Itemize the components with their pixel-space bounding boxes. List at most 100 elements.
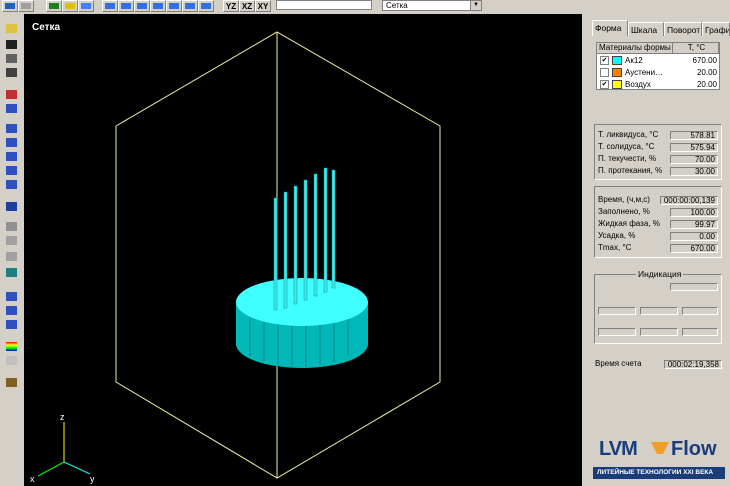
axis-y-label: y bbox=[90, 474, 95, 484]
prop-value: 578.81 bbox=[670, 131, 718, 140]
view-yz-button[interactable]: YZ bbox=[223, 0, 239, 12]
grid-toggle-icon[interactable] bbox=[18, 0, 34, 12]
calc-time-label: Время счета bbox=[595, 359, 642, 368]
save-image-icon[interactable] bbox=[4, 52, 20, 66]
material-checkbox[interactable] bbox=[600, 67, 609, 77]
slice-slider[interactable] bbox=[276, 0, 372, 10]
material-name: Аустени… bbox=[625, 67, 664, 77]
region-icon[interactable] bbox=[4, 220, 20, 234]
print-icon[interactable] bbox=[4, 66, 20, 80]
prop-label: П. текучести, % bbox=[598, 154, 657, 163]
left-toolbar bbox=[0, 14, 24, 486]
chevron-down-icon[interactable]: ▼ bbox=[470, 1, 481, 10]
lvmflow-logo: LVM Flow ЛИТЕЙНЫЕ ТЕХНОЛОГИИ XXI ВЕКА bbox=[593, 424, 725, 480]
eraser-icon[interactable] bbox=[4, 250, 20, 264]
section-icon[interactable] bbox=[78, 0, 94, 12]
axis-x-label: x bbox=[30, 474, 35, 484]
material-name: Воздух bbox=[625, 79, 651, 89]
indication-box bbox=[682, 328, 718, 336]
layout-icon[interactable] bbox=[4, 318, 20, 332]
grid-icon[interactable] bbox=[2, 0, 18, 12]
material-temp: 20.00 bbox=[696, 67, 717, 77]
save-icon[interactable] bbox=[4, 38, 20, 52]
open-icon[interactable] bbox=[4, 22, 20, 36]
probe-icon[interactable] bbox=[4, 234, 20, 248]
frame-icon[interactable] bbox=[4, 266, 20, 280]
prop-label: Т. ликвидуса, °С bbox=[598, 130, 659, 139]
material-name: Ак12 bbox=[625, 55, 643, 65]
viewport-3d[interactable]: Сетка z x y bbox=[24, 14, 582, 486]
sim-value: 100.00 bbox=[670, 208, 718, 217]
material-color-swatch bbox=[612, 79, 622, 89]
cube-iso-icon[interactable] bbox=[182, 0, 198, 12]
bounding-box bbox=[115, 31, 441, 479]
material-row[interactable]: ✔ Воздух 20.00 bbox=[597, 78, 719, 90]
chart-icon[interactable] bbox=[4, 376, 20, 390]
view-mode-value: Сетка bbox=[386, 1, 408, 10]
tab-rotate[interactable]: Поворот bbox=[664, 22, 702, 36]
logo-flow: Flow bbox=[671, 438, 717, 460]
sim-value: 670.00 bbox=[670, 244, 718, 253]
scale-gray-icon[interactable] bbox=[4, 354, 20, 368]
material-icon[interactable] bbox=[62, 0, 78, 12]
material-checkbox[interactable]: ✔ bbox=[600, 79, 609, 89]
cube-top-icon[interactable] bbox=[150, 0, 166, 12]
tab-scale[interactable]: Шкала bbox=[628, 22, 664, 36]
indication-box bbox=[670, 283, 718, 291]
time-value: 000:00:00,139 bbox=[660, 196, 718, 205]
cube-back-icon[interactable] bbox=[166, 0, 182, 12]
sim-label: Заполнено, % bbox=[598, 207, 650, 216]
materials-header-temp: T, °C bbox=[673, 43, 719, 53]
sim-value: 0.00 bbox=[670, 232, 718, 241]
materials-table[interactable]: Материалы формы T, °C ✔ Ак12 670.00 Ауст… bbox=[596, 42, 720, 90]
color-scale-icon[interactable] bbox=[4, 340, 20, 354]
time-label: Время, (ч,м,с) bbox=[598, 195, 650, 204]
report-icon[interactable] bbox=[4, 290, 20, 304]
calc-time-value: 000:02:19,358 bbox=[664, 360, 722, 369]
indication-box bbox=[640, 307, 678, 315]
palette-icon[interactable] bbox=[4, 88, 20, 102]
view-xy-button[interactable]: XY bbox=[255, 0, 271, 12]
materials-header-name: Материалы формы bbox=[597, 43, 673, 53]
view-mode-select[interactable]: Сетка ▼ bbox=[382, 0, 482, 11]
view-xz-button[interactable]: XZ bbox=[239, 0, 255, 12]
rotate-icon[interactable] bbox=[4, 178, 20, 192]
indication-title: Индикация bbox=[636, 269, 684, 279]
pointer-icon[interactable] bbox=[4, 122, 20, 136]
hourglass-icon[interactable] bbox=[4, 102, 20, 116]
pan-icon[interactable] bbox=[4, 164, 20, 178]
logo-tagline: ЛИТЕЙНЫЕ ТЕХНОЛОГИИ XXI ВЕКА bbox=[597, 469, 714, 476]
prop-value: 70.00 bbox=[670, 155, 718, 164]
cube-side-icon[interactable] bbox=[134, 0, 150, 12]
mesh-icon[interactable] bbox=[4, 200, 20, 214]
sim-label: Tmax, °C bbox=[598, 243, 632, 252]
prop-value: 30.00 bbox=[670, 167, 718, 176]
zoom-in-icon[interactable] bbox=[4, 136, 20, 150]
tab-form[interactable]: Форма bbox=[592, 20, 628, 36]
indication-box bbox=[640, 328, 678, 336]
indication-box bbox=[598, 328, 636, 336]
prop-value: 575.94 bbox=[670, 143, 718, 152]
indication-box bbox=[598, 307, 636, 315]
prop-label: П. протекания, % bbox=[598, 166, 663, 175]
cube-front-icon[interactable] bbox=[118, 0, 134, 12]
prop-label: Т. солидуса, °С bbox=[598, 142, 655, 151]
axis-z-label: z bbox=[60, 412, 65, 422]
split-view-icon[interactable] bbox=[4, 304, 20, 318]
axis-triad bbox=[37, 422, 91, 477]
casting-model bbox=[236, 167, 368, 368]
tab-graphs[interactable]: Графи bbox=[702, 22, 730, 36]
sim-label: Усадка, % bbox=[598, 231, 636, 240]
material-checkbox[interactable]: ✔ bbox=[600, 55, 609, 65]
material-row[interactable]: ✔ Ак12 670.00 bbox=[597, 54, 719, 66]
material-row[interactable]: Аустени… 20.00 bbox=[597, 66, 719, 78]
fill-icon[interactable] bbox=[46, 0, 62, 12]
cube-icon[interactable] bbox=[102, 0, 118, 12]
material-temp: 670.00 bbox=[692, 55, 717, 65]
sim-label: Жидкая фаза, % bbox=[598, 219, 660, 228]
material-color-swatch bbox=[612, 67, 622, 77]
material-temp: 20.00 bbox=[696, 79, 717, 89]
cube-bottom-icon[interactable] bbox=[198, 0, 214, 12]
zoom-out-icon[interactable] bbox=[4, 150, 20, 164]
logo-lvm: LVM bbox=[599, 438, 638, 460]
